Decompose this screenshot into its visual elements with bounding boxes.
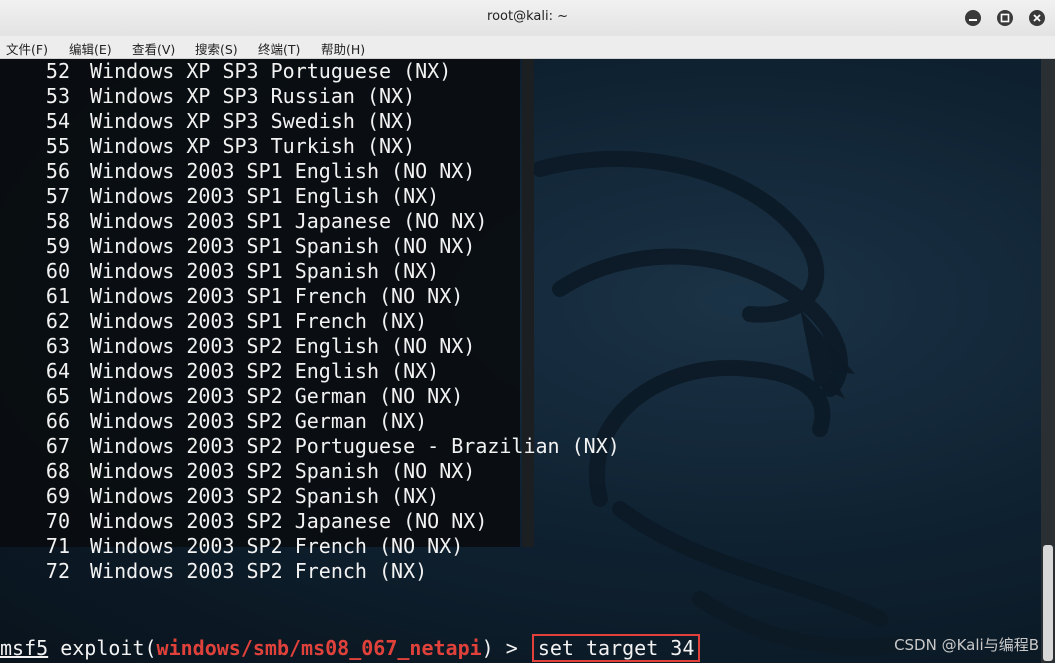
terminal-scrollbar[interactable]	[1041, 59, 1055, 663]
maximize-icon	[1000, 13, 1010, 23]
target-name: Windows XP SP3 Turkish (NX)	[90, 134, 416, 158]
minimize-icon	[969, 19, 977, 21]
maximize-button[interactable]	[997, 10, 1013, 26]
close-icon	[1033, 14, 1041, 22]
target-name: Windows 2003 SP1 Japanese (NO NX)	[90, 209, 488, 233]
target-number: 67	[45, 434, 70, 458]
target-name: Windows 2003 SP2 French (NO NX)	[90, 534, 464, 558]
list-item: 60 Windows 2003 SP1 Spanish (NX)	[0, 259, 439, 284]
target-name: Windows 2003 SP2 German (NX)	[90, 409, 428, 433]
target-name: Windows 2003 SP1 English (NO NX)	[90, 159, 476, 183]
list-item: 58 Windows 2003 SP1 Japanese (NO NX)	[0, 209, 487, 234]
target-name: Windows XP SP3 Swedish (NX)	[90, 109, 416, 133]
target-name: Windows 2003 SP1 Spanish (NO NX)	[90, 234, 476, 258]
target-name: Windows XP SP3 Portuguese (NX)	[90, 59, 452, 83]
target-name: Windows 2003 SP1 French (NO NX)	[90, 284, 464, 308]
target-number: 72	[45, 559, 70, 583]
target-number: 69	[45, 484, 70, 508]
list-item: 63 Windows 2003 SP2 English (NO NX)	[0, 334, 475, 359]
target-number: 54	[45, 109, 70, 133]
list-item: 72 Windows 2003 SP2 French (NX)	[0, 559, 427, 584]
target-name: Windows 2003 SP2 English (NX)	[90, 359, 440, 383]
terminal-area[interactable]: 52 Windows XP SP3 Portuguese (NX) 53 Windo…	[0, 59, 1055, 663]
list-item: 70 Windows 2003 SP2 Japanese (NO NX)	[0, 509, 487, 534]
target-number: 64	[45, 359, 70, 383]
menu-edit[interactable]: 编辑(E)	[69, 39, 112, 58]
window-title: root@kali: ~	[487, 9, 568, 24]
menu-view[interactable]: 查看(V)	[132, 39, 175, 58]
menu-bar: 文件(F) 编辑(E) 查看(V) 搜索(S) 终端(T) 帮助(H)	[0, 36, 1055, 59]
minimize-button[interactable]	[965, 10, 981, 26]
target-number: 53	[45, 84, 70, 108]
target-name: Windows 2003 SP2 French (NX)	[90, 559, 428, 583]
menu-search[interactable]: 搜索(S)	[195, 39, 238, 58]
list-item: 68 Windows 2003 SP2 Spanish (NO NX)	[0, 459, 475, 484]
list-item: 65 Windows 2003 SP2 German (NO NX)	[0, 384, 463, 409]
target-number: 63	[45, 334, 70, 358]
target-number: 57	[45, 184, 70, 208]
target-number: 68	[45, 459, 70, 483]
menu-terminal[interactable]: 终端(T)	[258, 39, 300, 58]
background-terminal-scrollbar	[522, 59, 534, 547]
target-name: Windows XP SP3 Russian (NX)	[90, 84, 416, 108]
target-name: Windows 2003 SP2 German (NO NX)	[90, 384, 464, 408]
target-number: 71	[45, 534, 70, 558]
list-item: 59 Windows 2003 SP1 Spanish (NO NX)	[0, 234, 475, 259]
target-number: 60	[45, 259, 70, 283]
prompt-module: windows/smb/ms08_067_netapi	[156, 636, 482, 660]
target-name: Windows 2003 SP2 Japanese (NO NX)	[90, 509, 488, 533]
target-name: Windows 2003 SP2 Spanish (NO NX)	[90, 459, 476, 483]
list-item: 61 Windows 2003 SP1 French (NO NX)	[0, 284, 463, 309]
command-prompt[interactable]: msf5 exploit(windows/smb/ms08_067_netapi…	[0, 634, 701, 662]
target-number: 70	[45, 509, 70, 533]
prompt-exploit-open: exploit(	[48, 636, 157, 660]
list-item: 57 Windows 2003 SP1 English (NX)	[0, 184, 439, 209]
target-number: 58	[45, 209, 70, 233]
prompt-prefix: msf5	[0, 636, 49, 660]
watermark-text: CSDN @Kali与编程B	[894, 636, 1039, 654]
target-name: Windows 2003 SP1 Spanish (NX)	[90, 259, 440, 283]
list-item: 53 Windows XP SP3 Russian (NX)	[0, 84, 415, 109]
scrollbar-thumb[interactable]	[1043, 545, 1053, 661]
command-input[interactable]: set target 34	[531, 634, 701, 662]
target-name: Windows 2003 SP1 English (NX)	[90, 184, 440, 208]
window-titlebar[interactable]: root@kali: ~	[0, 0, 1055, 37]
target-name: Windows 2003 SP2 Spanish (NX)	[90, 484, 440, 508]
target-number: 52	[45, 59, 70, 83]
kali-dragon-icon	[532, 150, 908, 655]
close-button[interactable]	[1029, 10, 1045, 26]
menu-file[interactable]: 文件(F)	[6, 39, 48, 58]
prompt-exploit-close: ) >	[481, 636, 530, 660]
list-item: 56 Windows 2003 SP1 English (NO NX)	[0, 159, 475, 184]
target-number: 55	[45, 134, 70, 158]
target-number: 66	[45, 409, 70, 433]
list-item: 62 Windows 2003 SP1 French (NX)	[0, 309, 427, 334]
target-name: Windows 2003 SP1 French (NX)	[90, 309, 428, 333]
list-item: 64 Windows 2003 SP2 English (NX)	[0, 359, 439, 384]
target-number: 59	[45, 234, 70, 258]
target-name: Windows 2003 SP2 Portuguese - Brazilian …	[90, 434, 620, 458]
list-item: 67 Windows 2003 SP2 Portuguese - Brazilia…	[0, 434, 620, 459]
list-item: 71 Windows 2003 SP2 French (NO NX)	[0, 534, 463, 559]
target-name: Windows 2003 SP2 English (NO NX)	[90, 334, 476, 358]
target-list: 52 Windows XP SP3 Portuguese (NX) 53 Windo…	[0, 59, 620, 611]
list-item: 52 Windows XP SP3 Portuguese (NX)	[0, 59, 451, 84]
target-number: 61	[45, 284, 70, 308]
list-item: 55 Windows XP SP3 Turkish (NX)	[0, 134, 415, 159]
list-item: 69 Windows 2003 SP2 Spanish (NX)	[0, 484, 439, 509]
target-number: 65	[45, 384, 70, 408]
menu-help[interactable]: 帮助(H)	[321, 39, 365, 58]
list-item: 54 Windows XP SP3 Swedish (NX)	[0, 109, 415, 134]
list-item: 66 Windows 2003 SP2 German (NX)	[0, 409, 427, 434]
target-number: 62	[45, 309, 70, 333]
target-number: 56	[45, 159, 70, 183]
